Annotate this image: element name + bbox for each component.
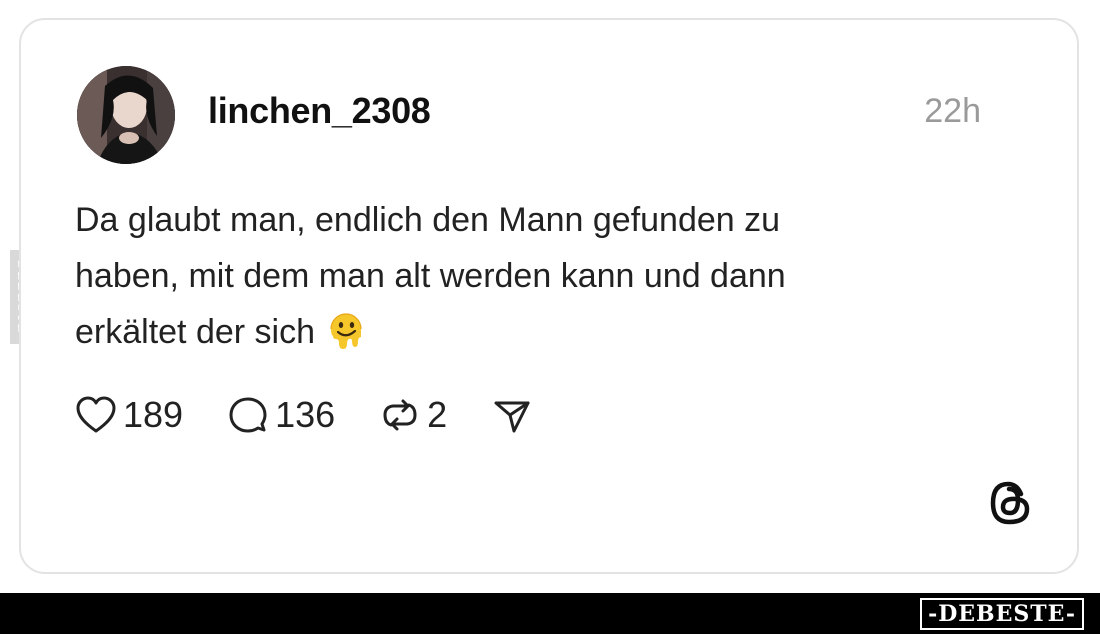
post-timestamp: 22h — [924, 92, 981, 130]
username[interactable]: linchen_2308 — [208, 90, 431, 132]
page: DEBESTE linchen_2308 22h Da glaubt man, … — [0, 0, 1100, 634]
avatar-image — [77, 66, 175, 164]
like-count: 189 — [123, 394, 184, 435]
repost-icon — [383, 399, 417, 431]
heart-icon — [76, 396, 116, 433]
threads-logo-icon[interactable] — [987, 478, 1033, 528]
like-button[interactable]: 189 — [75, 394, 183, 436]
repost-count: 2 — [427, 394, 448, 435]
post-text-line: Da glaubt man, endlich den Mann gefunden… — [75, 201, 781, 239]
post-text-line: haben, mit dem man alt werden kann und d… — [75, 257, 786, 295]
avatar[interactable] — [77, 66, 175, 164]
share-button[interactable] — [491, 395, 533, 435]
post-actions: 189 136 2 — [75, 393, 577, 437]
post-text-line-content: erkältet der sich — [75, 313, 315, 351]
reply-button[interactable]: 136 — [227, 394, 335, 436]
share-icon — [494, 401, 530, 433]
melting-face-emoji-icon — [325, 309, 367, 351]
brand-watermark: -DEBESTE- — [920, 598, 1084, 630]
bottom-bar: -DEBESTE- — [0, 593, 1100, 634]
post-text-line-last: erkältet der sich — [75, 304, 955, 360]
reply-count: 136 — [275, 394, 336, 435]
repost-button[interactable]: 2 — [379, 394, 447, 436]
post-text: Da glaubt man, endlich den Mann gefunden… — [75, 192, 955, 360]
post-card: linchen_2308 22h Da glaubt man, endlich … — [19, 18, 1079, 574]
comment-icon — [229, 397, 267, 433]
